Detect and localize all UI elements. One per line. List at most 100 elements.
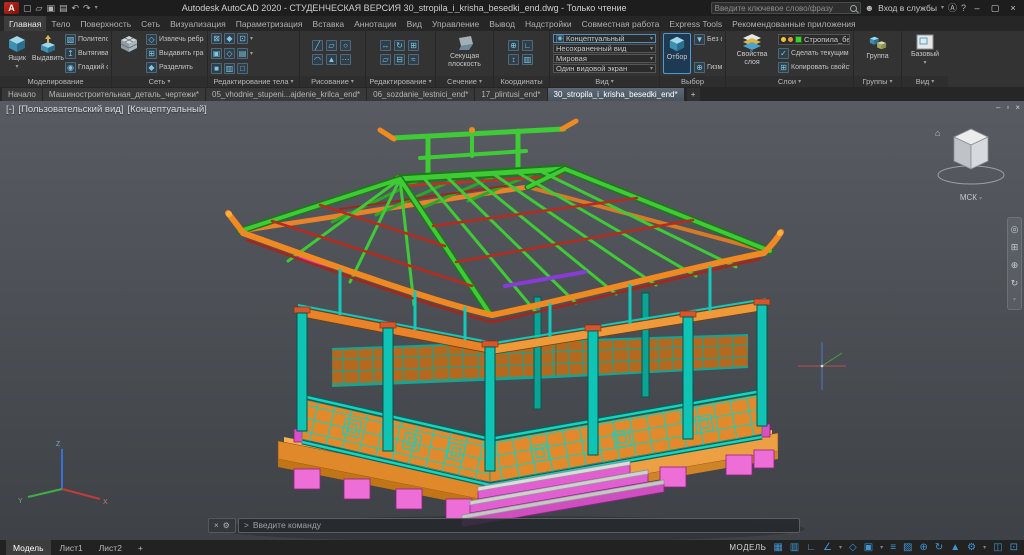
trim-icon[interactable]: ⊟ [394, 54, 405, 65]
panel-label-section[interactable]: Сечение▾ [436, 76, 493, 87]
save-icon[interactable]: ▣ [46, 4, 55, 13]
ribbon-tab-view[interactable]: Вид [402, 16, 427, 31]
panel-label-modeling[interactable]: Моделирование [0, 76, 111, 87]
panel-label-base-view[interactable]: Вид▾ [902, 76, 948, 87]
panel-label-solid-editing[interactable]: Редактирование тела▾ [208, 76, 299, 87]
box-button[interactable]: Ящик ▾ [3, 33, 31, 74]
mirror-icon[interactable]: ▱ [380, 54, 391, 65]
named-view-dropdown[interactable]: Несохраненный вид▾ [553, 44, 656, 53]
solid-edit-row-1[interactable]: ⊠◆⊡▾ [211, 33, 296, 44]
search-icon[interactable] [850, 5, 857, 12]
object-snap-icon[interactable]: ▣ [864, 543, 873, 553]
gizmo-button[interactable]: ⊕Гизмо переноса▾ [694, 62, 722, 73]
file-tab-4[interactable]: 17_plintusi_end* [475, 88, 546, 101]
move-icon[interactable]: ↔ [380, 40, 391, 51]
viewport-menu-control[interactable]: [-] [6, 104, 14, 115]
close-drawing-icon[interactable]: × [1015, 103, 1020, 112]
section-plane-button[interactable]: Секущая плоскость [442, 33, 488, 74]
make-current-button[interactable]: ✓Сделать текущим [778, 48, 850, 59]
annotation-visibility-icon[interactable]: ▲ [950, 543, 960, 553]
split-mesh-button[interactable]: ◆Разделить [146, 62, 204, 73]
polar-tracking-icon[interactable]: ∠ [823, 543, 832, 553]
autodesk-account-icon[interactable]: Ⓐ [948, 4, 957, 13]
more-draw-icon[interactable]: ⋯ [340, 54, 351, 65]
extrude-button[interactable]: Выдавить [34, 33, 62, 74]
ribbon-tab-solid[interactable]: Тело [46, 16, 75, 31]
arc-icon[interactable]: ◠ [312, 54, 323, 65]
annotation-monitor-icon[interactable]: ◫ [993, 543, 1002, 553]
ucs-selector[interactable]: МСК ▾ [932, 193, 1010, 202]
minimize-drawing-icon[interactable]: – [996, 103, 1000, 112]
copy-icon[interactable]: ⊞ [408, 40, 419, 51]
visual-style-control[interactable]: [Концептуальный] [127, 104, 206, 115]
search-input[interactable] [715, 4, 850, 13]
panel-label-layers[interactable]: Слои▾ [726, 76, 853, 87]
panel-label-modify[interactable]: Редактирование▾ [366, 76, 435, 87]
isodraft-icon[interactable]: ◇ [849, 543, 857, 553]
snap-mode-icon[interactable]: ▥ [790, 543, 799, 553]
mesh-object-button[interactable] [115, 33, 143, 74]
new-file-icon[interactable]: ▢ [23, 4, 32, 13]
signin-button[interactable]: Вход в службы [878, 3, 937, 13]
undo-icon[interactable]: ↶ [71, 4, 79, 13]
help-icon[interactable]: ? [961, 4, 966, 13]
ribbon-tab-output[interactable]: Вывод [484, 16, 520, 31]
zoom-icon[interactable]: ⊕ [1011, 260, 1019, 271]
file-tab-2[interactable]: 05_vhodnie_stupeni...ajdenie_krilca_end* [206, 88, 366, 101]
command-input[interactable]: > Введите команду [238, 518, 800, 533]
ribbon-tab-manage[interactable]: Управление [427, 16, 484, 31]
layout-tab-model[interactable]: Модель [6, 540, 51, 555]
smooth-object-button[interactable]: ◉Гладкий объект [65, 62, 108, 73]
selection-filter-button[interactable]: ▼Без фильтра▾ [694, 34, 722, 45]
viewport-config-dropdown[interactable]: Один видовой экран▾ [553, 64, 656, 73]
file-tab-start[interactable]: Начало [2, 88, 42, 101]
extrude-faces-button[interactable]: ⊞Выдавить грани▾ [146, 48, 204, 59]
group-button[interactable]: Группа [864, 33, 892, 74]
dynamic-ucs-icon[interactable]: ⊕ [919, 543, 927, 553]
panel-label-draw[interactable]: Рисование▾ [300, 76, 365, 87]
panel-label-coordinates[interactable]: Координаты [494, 76, 549, 87]
ribbon-tab-featured-apps[interactable]: Рекомендованные приложения [727, 16, 860, 31]
ucs-dropdown[interactable]: Мировая▾ [553, 54, 656, 63]
panel-label-view[interactable]: Вид▾ [550, 76, 659, 87]
polysolid-button[interactable]: ▧Политело [65, 34, 108, 45]
close-button[interactable]: × [1006, 3, 1020, 13]
ribbon-tab-annotate[interactable]: Аннотации [349, 16, 402, 31]
pan-icon[interactable]: ⊞ [1011, 242, 1019, 253]
rectangle-icon[interactable]: ▱ [326, 40, 337, 51]
signin-dropdown-icon[interactable]: ▾ [941, 5, 944, 11]
stretch-icon[interactable]: ≈ [408, 54, 419, 65]
panel-label-mesh[interactable]: Сеть▾ [112, 76, 207, 87]
customize-command-line-icon[interactable]: ⚙ [223, 521, 230, 530]
steering-wheel-icon[interactable]: ◎ [1011, 224, 1019, 235]
search-box[interactable] [711, 2, 861, 14]
maximize-button[interactable]: ▢ [988, 3, 1002, 14]
panel-label-selection[interactable]: Выбор [660, 76, 725, 87]
ucs-z-axis-icon[interactable]: ↕ [508, 54, 519, 65]
panel-label-groups[interactable]: Группы▾ [854, 76, 901, 87]
plot-icon[interactable]: ▤ [59, 4, 68, 13]
restore-drawing-icon[interactable]: ▫ [1006, 103, 1009, 112]
dropdown-arrow-icon[interactable]: ▾ [839, 544, 842, 551]
grid-icon[interactable]: ▦ [773, 543, 782, 553]
open-file-icon[interactable]: ▱ [36, 4, 43, 13]
transparency-icon[interactable]: ▨ [903, 543, 912, 553]
qat-dropdown-icon[interactable]: ▾ [95, 5, 98, 11]
extract-edges-button[interactable]: ◇Извлечь ребра▾ [146, 34, 204, 45]
model-space-label[interactable]: МОДЕЛЬ [729, 543, 766, 552]
ribbon-tab-home[interactable]: Главная [4, 16, 46, 31]
ortho-icon[interactable]: ∟ [806, 543, 816, 553]
ucs-origin-icon[interactable]: ∟ [522, 40, 533, 51]
ribbon-tab-surface[interactable]: Поверхность [75, 16, 136, 31]
navbar-more-icon[interactable]: ▾ [1013, 296, 1016, 303]
dropdown-arrow-icon[interactable]: ▾ [983, 544, 986, 551]
lineweight-icon[interactable]: ≡ [890, 543, 896, 553]
file-tab-1[interactable]: Машиностроительная_деталь_чертежи* [43, 88, 205, 101]
file-tab-active[interactable]: 30_stropila_i_krisha_besedki_end* [548, 88, 684, 101]
layer-properties-button[interactable]: Свойства слоя [729, 33, 775, 74]
view-name-control[interactable]: [Пользовательский вид] [18, 104, 123, 115]
drawing-viewport[interactable]: [-] [Пользовательский вид] [Концептуальн… [0, 101, 1024, 540]
polygon-icon[interactable]: ▲ [326, 54, 337, 65]
rotate-icon[interactable]: ↻ [394, 40, 405, 51]
dropdown-arrow-icon[interactable]: ▾ [880, 544, 883, 551]
